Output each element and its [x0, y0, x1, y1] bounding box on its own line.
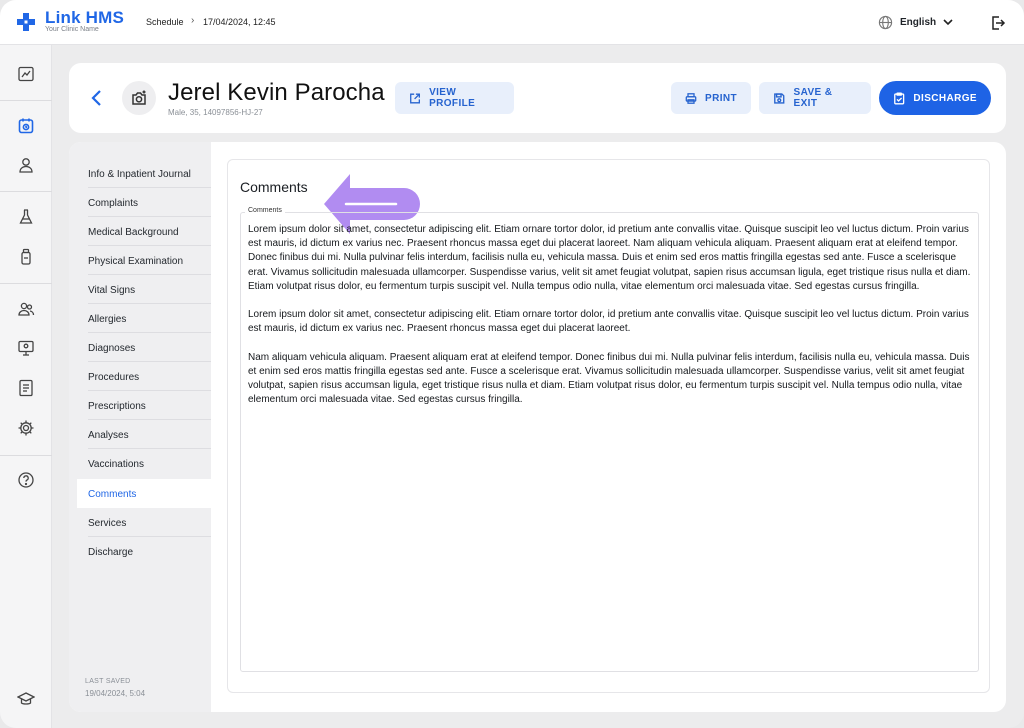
breadcrumb-schedule[interactable]: Schedule	[146, 17, 184, 27]
nav-item-procedures[interactable]: Procedures	[77, 362, 211, 391]
comments-text[interactable]: Lorem ipsum dolor sit amet, consectetur …	[248, 223, 976, 422]
top-bar: Link HMS Your Clinic Name Schedule › 17/…	[0, 0, 1024, 45]
external-link-icon	[410, 93, 420, 103]
discharge-label: DISCHARGE	[913, 92, 977, 104]
nav-item-info-inpatient-journal[interactable]: Info & Inpatient Journal	[77, 159, 211, 188]
user-icon[interactable]	[0, 145, 52, 185]
comments-panel: Comments Comments Lorem ipsum dolor sit …	[227, 159, 990, 693]
rail-divider	[0, 455, 52, 456]
rail-divider	[0, 100, 52, 101]
printer-icon	[685, 92, 697, 104]
nav-item-physical-examination[interactable]: Physical Examination	[77, 246, 211, 275]
nav-item-vaccinations[interactable]: Vaccinations	[77, 449, 211, 478]
nav-item-medical-background[interactable]: Medical Background	[77, 217, 211, 246]
monitor-icon[interactable]	[0, 328, 52, 368]
nav-item-vital-signs[interactable]: Vital Signs	[77, 275, 211, 304]
last-saved-value: 19/04/2024, 5:04	[85, 689, 146, 698]
comment-paragraph: Lorem ipsum dolor sit amet, consectetur …	[248, 224, 971, 292]
save-exit-button[interactable]: SAVE & EXIT	[759, 82, 871, 114]
dashboard-icon[interactable]	[0, 54, 52, 94]
clinic-name: Your Clinic Name	[45, 26, 99, 33]
rail-divider	[0, 191, 52, 192]
chevron-down-icon[interactable]	[942, 16, 954, 28]
print-label: PRINT	[705, 92, 737, 104]
breadcrumb-separator: ›	[191, 15, 195, 26]
logout-icon[interactable]	[990, 15, 1006, 31]
nav-item-allergies[interactable]: Allergies	[77, 304, 211, 333]
last-saved-label: LAST SAVED	[85, 678, 131, 685]
main-card: Info & Inpatient Journal Complaints Medi…	[69, 142, 1006, 712]
comment-paragraph: Nam aliquam vehicula aliquam. Praesent a…	[248, 351, 970, 406]
comments-textarea[interactable]: Comments Lorem ipsum dolor sit amet, con…	[240, 207, 979, 672]
comment-paragraph: Lorem ipsum dolor sit amet, consectetur …	[248, 309, 969, 335]
patient-header: Jerel Kevin Parocha Male, 35, 14097856-H…	[69, 63, 1006, 133]
document-icon[interactable]	[0, 368, 52, 408]
bottle-icon[interactable]	[0, 237, 52, 277]
nav-item-diagnoses[interactable]: Diagnoses	[77, 333, 211, 362]
nav-item-discharge[interactable]: Discharge	[77, 537, 211, 566]
logo-icon	[17, 13, 35, 31]
breadcrumb-datetime: 17/04/2024, 12:45	[203, 17, 276, 27]
app-window: Link HMS Your Clinic Name Schedule › 17/…	[0, 0, 1024, 728]
language-selector[interactable]: English	[900, 17, 936, 28]
app-name: Link HMS	[45, 8, 125, 27]
graduation-cap-icon[interactable]	[17, 690, 35, 708]
section-title: Comments	[240, 179, 308, 195]
left-rail	[0, 45, 52, 728]
settings-icon[interactable]	[0, 408, 52, 448]
nav-item-comments[interactable]: Comments	[77, 479, 211, 508]
flask-icon[interactable]	[0, 197, 52, 237]
help-icon[interactable]	[17, 471, 35, 489]
section-nav: Info & Inpatient Journal Complaints Medi…	[69, 142, 211, 712]
save-icon	[774, 92, 785, 104]
globe-icon[interactable]	[878, 15, 893, 30]
print-button[interactable]: PRINT	[671, 82, 751, 114]
save-exit-label: SAVE & EXIT	[793, 87, 833, 109]
users-icon[interactable]	[0, 289, 52, 329]
discharge-button[interactable]: DISCHARGE	[879, 81, 991, 115]
nav-item-analyses[interactable]: Analyses	[77, 420, 211, 449]
clipboard-check-icon	[894, 92, 905, 104]
view-profile-button[interactable]: VIEW PROFILE	[395, 82, 514, 114]
nav-item-prescriptions[interactable]: Prescriptions	[77, 391, 211, 420]
patient-meta: Male, 35, 14097856-HJ-27	[168, 108, 263, 117]
back-arrow-icon[interactable]	[89, 89, 105, 107]
view-profile-label: VIEW PROFILE	[429, 87, 476, 109]
camera-add-icon	[132, 90, 146, 105]
rail-divider	[0, 283, 52, 284]
avatar[interactable]	[122, 81, 156, 115]
calendar-icon[interactable]	[0, 106, 52, 146]
nav-item-complaints[interactable]: Complaints	[77, 188, 211, 217]
comments-field-label: Comments	[245, 207, 285, 214]
patient-name: Jerel Kevin Parocha	[168, 79, 385, 106]
nav-item-services[interactable]: Services	[77, 508, 211, 537]
